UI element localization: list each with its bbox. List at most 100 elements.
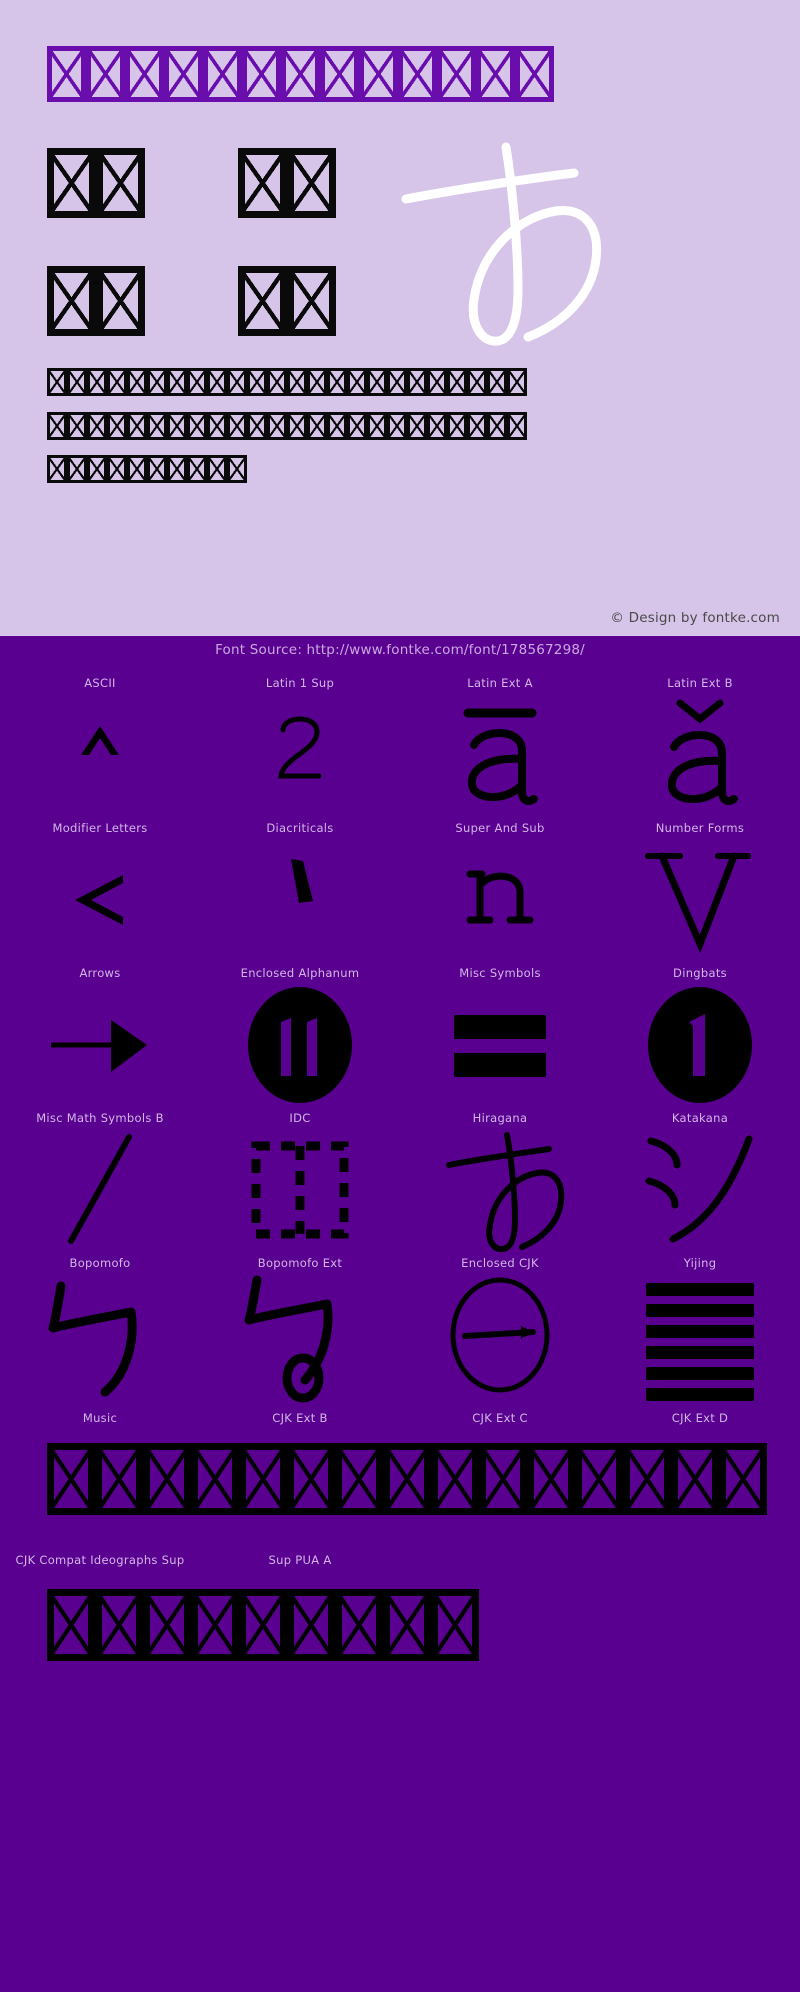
block-glyph-sample [200,1270,400,1402]
block-cell-bopomofo-ext[interactable]: Bopomofo Ext [200,1252,400,1402]
tofu-glyph [307,412,327,440]
block-cell-idc[interactable]: IDC [200,1107,400,1252]
tofu-glyph [247,412,267,440]
tofu-glyph [187,368,207,396]
block-cell-diacriticals[interactable]: Diacriticals [200,817,400,962]
block-cell-latin-ext-a[interactable]: Latin Ext A [400,672,600,817]
tofu-glyph [187,412,207,440]
tofu-glyph [87,368,107,396]
block-cell-misc-symbols[interactable]: Misc Symbols [400,962,600,1107]
tofu-glyph [479,1443,527,1515]
tofu-glyph [281,46,320,102]
tofu-glyph [87,455,107,483]
tofu-glyph [242,46,281,102]
block-label[interactable]: Music [83,1411,117,1425]
block-cell-latin-ext-b[interactable]: Latin Ext B [600,672,800,817]
block-glyph-sample [200,1125,400,1255]
tofu-glyph [167,455,187,483]
specimen-word-group-1 [47,148,145,218]
tofu-glyph [239,1589,287,1661]
font-source-bar: Font Source: http://www.fontke.com/font/… [0,636,800,664]
block-cell-enclosed-alphanum[interactable]: Enclosed Alphanum [200,962,400,1107]
block-glyph-sample [200,980,400,1110]
tofu-glyph [623,1443,671,1515]
block-label[interactable]: CJK Compat Ideographs Sup [16,1553,185,1567]
tofu-glyph [239,1443,287,1515]
block-cell-arrows[interactable]: Arrows [0,962,200,1107]
unicode-block-grid: ASCII Latin 1 Sup Latin Ext A Latin Ext … [0,664,800,1661]
block-label: Latin 1 Sup [265,676,335,690]
block-cell-super-and-sub[interactable]: Super And Sub [400,817,600,962]
specimen-body-line-2 [47,412,527,440]
tofu-glyph [167,368,187,396]
tofu-glyph [287,1443,335,1515]
block-row: ASCII Latin 1 Sup Latin Ext A Latin Ext … [0,672,800,817]
block-cell-bopomofo[interactable]: Bopomofo [0,1252,200,1397]
block-glyph-sample [0,835,200,965]
tofu-glyph [207,455,227,483]
hiragana-a-showcase-glyph [378,125,618,365]
block-label: ASCII [84,676,116,690]
block-cell-yijing[interactable]: Yijing [600,1252,800,1401]
tofu-glyph [515,46,554,102]
tofu-glyph [327,412,347,440]
block-label: Diacriticals [266,821,334,835]
tofu-glyph [187,455,207,483]
tofu-glyph [527,1443,575,1515]
block-cell-modifier-letters[interactable]: Modifier Letters [0,817,200,962]
block-cell-misc-math-symbols-b[interactable]: Misc Math Symbols B [0,1107,200,1252]
tofu-glyph [307,368,327,396]
tofu-glyph [107,368,127,396]
tofu-glyph [671,1443,719,1515]
tofu-glyph [267,412,287,440]
tofu-glyph [383,1443,431,1515]
block-cell-katakana[interactable]: Katakana [600,1107,800,1252]
block-row: Bopomofo Bopomofo Ext Enclosed CJK Yijin… [0,1252,800,1402]
block-label: Enclosed Alphanum [240,966,360,980]
block-glyph-sample [600,980,800,1110]
block-label: IDC [289,1111,311,1125]
block-glyph-sample [600,1270,800,1401]
block-label[interactable]: CJK Ext B [272,1411,327,1425]
tofu-glyph [147,412,167,440]
block-label: Bopomofo [69,1256,131,1270]
tofu-glyph [96,266,145,336]
tofu-glyph [335,1443,383,1515]
block-glyph-sample [0,1125,200,1255]
tofu-glyph [67,455,87,483]
tofu-glyph [431,1443,479,1515]
tofu-glyph [476,46,515,102]
block-cell-ascii[interactable]: ASCII [0,672,200,817]
tofu-glyph [367,368,387,396]
specimen-body-line-3 [47,455,247,483]
block-label[interactable]: Sup PUA A [269,1553,332,1567]
tofu-glyph [320,46,359,102]
tofu-glyph [487,368,507,396]
tofu-glyph [47,266,96,336]
tofu-glyph [95,1589,143,1661]
tofu-glyph [398,46,437,102]
copyright-notice: © Design by fontke.com [610,610,780,626]
block-glyph-sample [0,980,200,1110]
block-cell-latin-1-sup[interactable]: Latin 1 Sup [200,672,400,817]
font-source-text[interactable]: Font Source: http://www.fontke.com/font/… [215,642,585,658]
tofu-glyph [447,368,467,396]
tofu-glyph [87,412,107,440]
block-label: Yijing [683,1256,717,1270]
tofu-glyph [247,368,267,396]
tofu-glyph [191,1589,239,1661]
tofu-glyph [507,368,527,396]
tofu-glyph [383,1589,431,1661]
tofu-glyph [127,455,147,483]
block-cell-number-forms[interactable]: Number Forms [600,817,800,962]
block-label: Dingbats [673,966,727,980]
tofu-glyph [427,368,447,396]
tofu-glyph [127,368,147,396]
block-cell-hiragana[interactable]: Hiragana [400,1107,600,1252]
block-cell-enclosed-cjk[interactable]: Enclosed CJK [400,1252,600,1397]
block-label[interactable]: CJK Ext C [472,1411,528,1425]
block-label[interactable]: CJK Ext D [672,1411,728,1425]
tofu-glyph [335,1589,383,1661]
block-cell-dingbats[interactable]: Dingbats [600,962,800,1107]
font-specimen-panel: © Design by fontke.com [0,0,800,636]
